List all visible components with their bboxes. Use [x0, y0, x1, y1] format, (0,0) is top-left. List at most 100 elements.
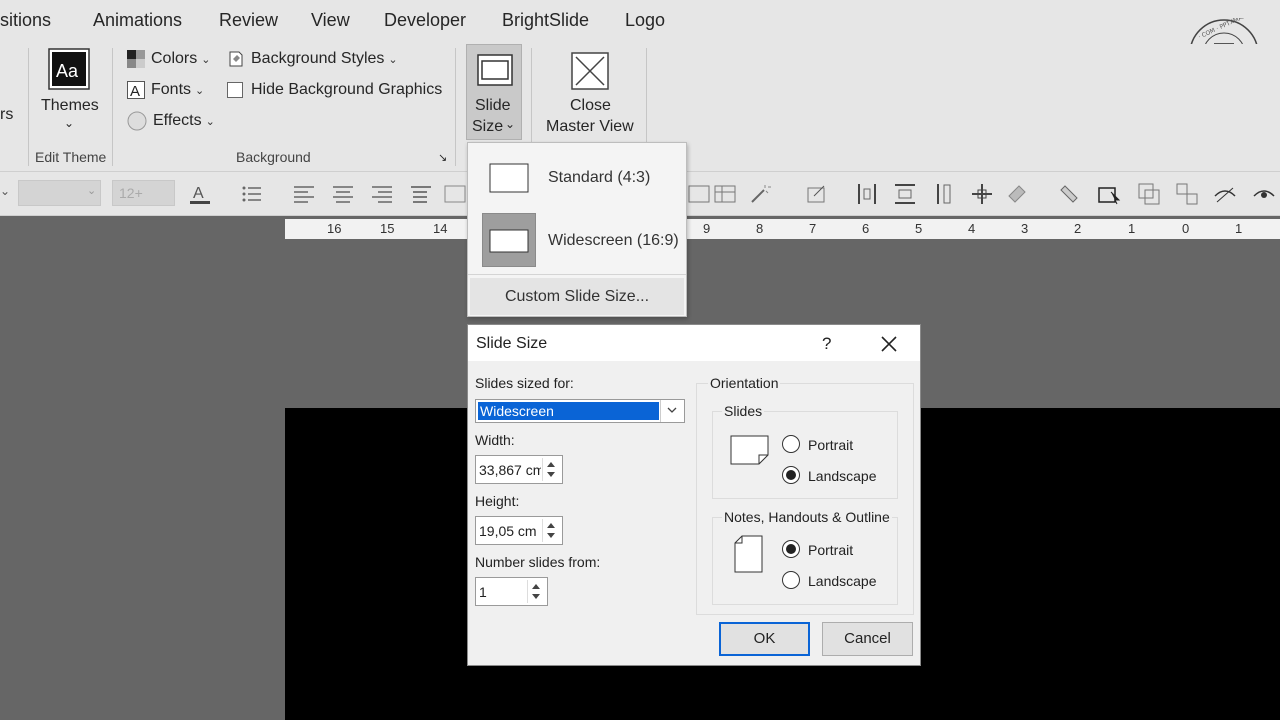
- standard-label: Standard (4:3): [548, 169, 651, 186]
- slides-sized-for-select[interactable]: Widescreen: [475, 399, 685, 423]
- font-size-value: 12+: [119, 185, 143, 201]
- tab-logo[interactable]: Logo: [625, 10, 665, 31]
- number-slides-from-stepper[interactable]: 1: [475, 577, 548, 606]
- align-right-icon[interactable]: [370, 182, 394, 206]
- dialog-titlebar: Slide Size ?: [468, 325, 920, 361]
- notes-landscape-label: Landscape: [808, 573, 877, 589]
- width-value: 33,867 cm: [479, 462, 541, 478]
- slide-size-icon: [477, 54, 513, 86]
- spin-arrows-icon[interactable]: [542, 519, 560, 542]
- landscape-page-icon: [730, 435, 769, 465]
- close-master-view-icon: [571, 52, 609, 90]
- distribute-vertical-icon[interactable]: [932, 182, 956, 206]
- slides-portrait-radio[interactable]: [782, 435, 800, 453]
- background-styles-label: Background Styles: [251, 50, 385, 68]
- themes-label: Themes: [41, 97, 99, 114]
- colors-button[interactable]: Colors ⌄: [127, 50, 210, 68]
- tab-transitions[interactable]: sitions: [0, 10, 51, 31]
- ruler-number: 4: [968, 221, 976, 236]
- portrait-page-icon: [734, 535, 763, 573]
- custom-slide-size-item[interactable]: Custom Slide Size...: [470, 278, 684, 315]
- ruler-number: 2: [1074, 221, 1082, 236]
- magic-wand-icon[interactable]: [748, 182, 772, 206]
- dialog-launcher-icon[interactable]: ↘: [438, 151, 447, 164]
- slide-size-dialog: Slide Size ? Slides sized for: Widescree…: [467, 324, 921, 666]
- background-styles-button[interactable]: Background Styles ⌄: [227, 50, 398, 68]
- bring-forward-icon[interactable]: [1137, 182, 1161, 206]
- ruler-number: 1: [1128, 221, 1136, 236]
- svg-text:Aa: Aa: [56, 61, 79, 81]
- widescreen-slide-icon: [489, 229, 529, 253]
- group-icon[interactable]: [1175, 182, 1199, 206]
- master-view-label: Master View: [546, 118, 634, 135]
- horizontal-ruler: 16 15 14 9 8 7 6 5 4 3 2 1 0 1: [285, 219, 1280, 239]
- slides-portrait-label: Portrait: [808, 437, 854, 453]
- svg-text:A: A: [130, 83, 140, 99]
- cancel-button[interactable]: Cancel: [822, 622, 913, 656]
- fonts-label: Fonts: [151, 81, 192, 99]
- select-object-icon[interactable]: [1097, 182, 1121, 206]
- slides-sized-for-value: Widescreen: [478, 402, 659, 420]
- tab-review[interactable]: Review: [219, 10, 278, 31]
- checkbox-icon: [227, 81, 243, 98]
- notes-portrait-radio[interactable]: [782, 540, 800, 558]
- table-icon[interactable]: [687, 182, 711, 206]
- align-center-icon[interactable]: [331, 182, 355, 206]
- format-painter-icon[interactable]: [1059, 182, 1083, 206]
- font-size-field[interactable]: 12+: [112, 180, 175, 206]
- tab-developer[interactable]: Developer: [384, 10, 466, 31]
- hide-background-graphics-checkbox[interactable]: Hide Background Graphics: [227, 81, 442, 99]
- ruler-number: 8: [756, 221, 764, 236]
- hide-background-graphics-label: Hide Background Graphics: [251, 81, 443, 98]
- text-direction-icon[interactable]: [409, 182, 433, 206]
- ruler-number: 5: [915, 221, 923, 236]
- tab-brightslide[interactable]: BrightSlide: [502, 10, 589, 31]
- notes-landscape-radio[interactable]: [782, 571, 800, 589]
- delete-table-icon[interactable]: [713, 182, 737, 206]
- chevron-down-icon: ⌄: [64, 116, 75, 130]
- slide-size-button[interactable]: Slide Size ⌄: [466, 44, 522, 140]
- slide-size-label-1: Slide: [475, 97, 511, 114]
- spin-arrows-icon[interactable]: [542, 458, 560, 481]
- effects-icon: [127, 111, 147, 131]
- menu-item-widescreen[interactable]: Widescreen (16:9): [468, 213, 686, 269]
- font-name-field[interactable]: ⌄: [18, 180, 101, 206]
- align-text-icon[interactable]: [443, 182, 467, 206]
- slides-landscape-label: Landscape: [808, 468, 877, 484]
- background-styles-icon: [229, 51, 243, 67]
- effects-label: Effects: [153, 112, 202, 130]
- background-group-label: Background: [236, 149, 311, 165]
- chevron-down-icon[interactable]: ⌄: [0, 184, 10, 198]
- fonts-icon: A: [127, 81, 145, 99]
- resize-icon[interactable]: [804, 182, 828, 206]
- hide-icon[interactable]: [1213, 182, 1237, 206]
- effects-button[interactable]: Effects ⌄: [127, 111, 215, 131]
- ok-button[interactable]: OK: [719, 622, 810, 656]
- fill-icon[interactable]: [1005, 182, 1029, 206]
- align-top-bottom-icon[interactable]: [893, 182, 917, 206]
- chevron-down-icon: [660, 400, 684, 422]
- width-label: Width:: [475, 432, 515, 448]
- height-stepper[interactable]: 19,05 cm: [475, 516, 563, 545]
- tab-view[interactable]: View: [311, 10, 350, 31]
- bullets-icon[interactable]: [240, 182, 264, 206]
- close-icon[interactable]: [878, 333, 900, 355]
- standard-slide-icon: [489, 163, 529, 193]
- ruler-number: 9: [703, 221, 711, 236]
- chevron-down-icon: ⌄: [195, 85, 205, 98]
- menu-item-standard[interactable]: Standard (4:3): [468, 145, 686, 211]
- height-label: Height:: [475, 493, 520, 509]
- eye-icon[interactable]: [1252, 182, 1276, 206]
- themes-icon: Aa: [48, 48, 90, 90]
- font-color-icon[interactable]: A: [188, 182, 212, 206]
- fonts-button[interactable]: A Fonts ⌄: [127, 81, 204, 99]
- spin-arrows-icon[interactable]: [527, 580, 545, 603]
- distribute-horizontal-icon[interactable]: [855, 182, 879, 206]
- width-stepper[interactable]: 33,867 cm: [475, 455, 563, 484]
- help-button[interactable]: ?: [822, 334, 831, 354]
- slides-landscape-radio[interactable]: [782, 466, 800, 484]
- ruler-number: 16: [327, 221, 342, 236]
- tab-animations[interactable]: Animations: [93, 10, 182, 31]
- center-icon[interactable]: [970, 182, 994, 206]
- align-left-icon[interactable]: [292, 182, 316, 206]
